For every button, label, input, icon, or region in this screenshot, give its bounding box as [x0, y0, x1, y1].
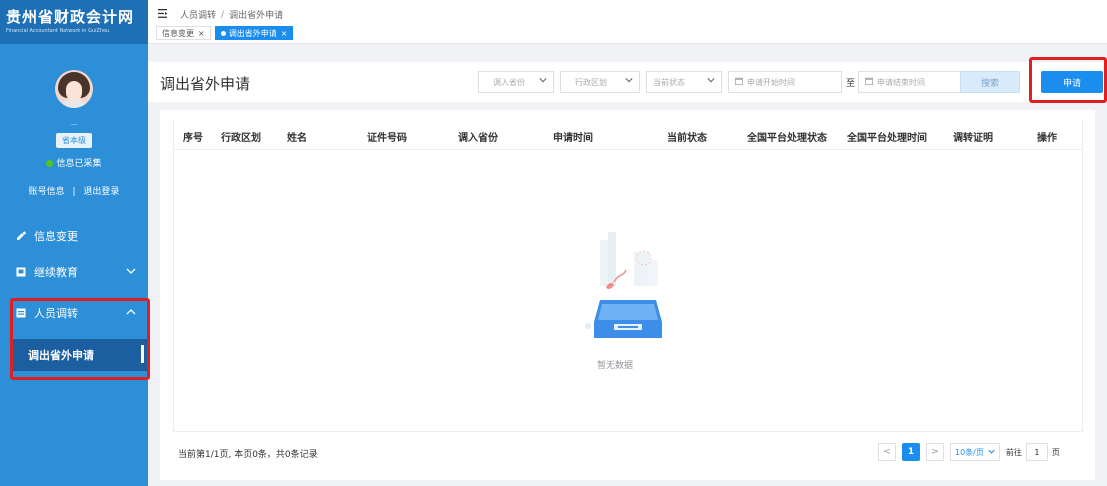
highlight-box-menu [10, 298, 150, 380]
table-header: 序号 行政区划 姓名 证件号码 调入省份 申请时间 当前状态 全国平台处理状态 … [173, 120, 1083, 150]
collect-status: 信息已采集 [0, 156, 148, 169]
pagination: < 1 > 10条/页 前往 1 页 [878, 443, 1060, 461]
brand-header: 贵州省财政会计网 Financial Accountant Network in… [0, 0, 148, 44]
sidebar-item-label: 信息变更 [34, 230, 78, 243]
page-size-select[interactable]: 10条/页 [950, 443, 1000, 461]
empty-data-illustration [578, 230, 678, 346]
chevron-down-icon [625, 76, 633, 87]
end-date-placeholder: 申请结束时间 [877, 77, 925, 87]
level-badge: 省本级 [56, 133, 92, 148]
status-select[interactable]: 当前状态 [646, 71, 722, 93]
brand-subtitle: Financial Accountant Network in GuiZhou [6, 28, 110, 34]
start-date-input[interactable]: 申请开始时间 [728, 71, 842, 93]
collect-status-text: 信息已采集 [56, 159, 102, 169]
sidebar-item-info-change[interactable]: 信息变更 [0, 226, 148, 246]
start-date-placeholder: 申请开始时间 [747, 77, 795, 87]
account-info-link[interactable]: 账号信息 [29, 187, 65, 197]
status-select-placeholder: 当前状态 [653, 77, 685, 87]
column-header: 姓名 [287, 133, 307, 144]
chevron-down-icon [988, 448, 995, 457]
column-header: 全国平台处理状态 [747, 133, 827, 144]
edit-icon [16, 231, 26, 241]
goto-prefix: 前往 [1005, 447, 1022, 457]
chevron-down-icon [707, 76, 715, 87]
page-number-current[interactable]: 1 [902, 443, 920, 461]
sidebar-item-label: 继续教育 [34, 266, 78, 279]
next-page-button[interactable]: > [926, 443, 944, 461]
page-title: 调出省外申请 [160, 75, 251, 93]
tab-bar: 信息变更 × 调出省外申请 × [156, 26, 294, 40]
sidebar-item-continuing-education[interactable]: 继续教育 [0, 262, 148, 282]
pagination-summary: 当前第1/1页, 本页0条，共0条记录 [178, 450, 318, 460]
province-select[interactable]: 调入省份 [478, 71, 554, 93]
toolbar: 调出省外申请 调入省份 行政区划 当前状态 申请开始时间 至 申请结束时间 搜索… [148, 62, 1107, 102]
column-header: 当前状态 [667, 133, 707, 144]
tab-info-change[interactable]: 信息变更 × [156, 26, 211, 40]
account-links: 账号信息 | 退出登录 [0, 184, 148, 197]
avatar[interactable] [55, 70, 93, 108]
brand-title: 贵州省财政会计网 [6, 8, 135, 26]
district-select[interactable]: 行政区划 [560, 71, 640, 93]
chevron-down-icon [126, 266, 136, 279]
tab-label: 调出省外申请 [228, 28, 277, 38]
column-header: 序号 [183, 133, 203, 144]
content-panel: 序号 行政区划 姓名 证件号码 调入省份 申请时间 当前状态 全国平台处理状态 … [160, 110, 1095, 480]
district-select-placeholder: 行政区划 [575, 77, 607, 87]
calendar-icon [865, 77, 873, 87]
tab-transfer-out-application[interactable]: 调出省外申请 × [214, 26, 294, 40]
breadcrumb: 人员调转 / 调出省外申请 [158, 8, 283, 21]
column-header: 操作 [1037, 133, 1057, 144]
province-select-placeholder: 调入省份 [493, 77, 525, 87]
goto-page-input[interactable]: 1 [1025, 443, 1048, 461]
status-dot-icon [46, 160, 54, 167]
breadcrumb-parent[interactable]: 人员调转 [180, 8, 216, 21]
column-header: 证件号码 [367, 133, 407, 144]
date-range-separator: 至 [846, 79, 856, 89]
active-dot-icon [220, 30, 226, 36]
column-header: 全国平台处理时间 [847, 133, 927, 144]
column-header: 调转证明 [953, 133, 993, 144]
link-separator: | [72, 187, 76, 197]
column-header: 调入省份 [458, 133, 498, 144]
goto-suffix: 页 [1051, 447, 1060, 457]
end-date-input[interactable]: 申请结束时间 [858, 71, 972, 93]
prev-page-button[interactable]: < [878, 443, 896, 461]
logout-link[interactable]: 退出登录 [83, 187, 119, 197]
chevron-down-icon [539, 76, 547, 87]
empty-data-text: 暂无数据 [597, 361, 634, 371]
highlight-box-apply [1029, 57, 1107, 103]
close-icon[interactable]: × [281, 29, 288, 38]
user-name: — [70, 120, 78, 129]
breadcrumb-current: 调出省外申请 [229, 11, 284, 21]
search-button[interactable]: 搜索 [960, 71, 1020, 93]
top-bar: 人员调转 / 调出省外申请 信息变更 × 调出省外申请 × [148, 0, 1107, 44]
menu-toggle-icon[interactable] [158, 8, 168, 21]
education-icon [16, 267, 26, 277]
close-icon[interactable]: × [198, 29, 205, 38]
breadcrumb-separator: / [221, 9, 225, 20]
column-header: 行政区划 [221, 133, 261, 144]
calendar-icon [735, 77, 743, 87]
page-size-label: 10条/页 [955, 447, 984, 457]
column-header: 申请时间 [553, 133, 593, 144]
tab-label: 信息变更 [162, 28, 194, 38]
sidebar: 贵州省财政会计网 Financial Accountant Network in… [0, 0, 148, 486]
